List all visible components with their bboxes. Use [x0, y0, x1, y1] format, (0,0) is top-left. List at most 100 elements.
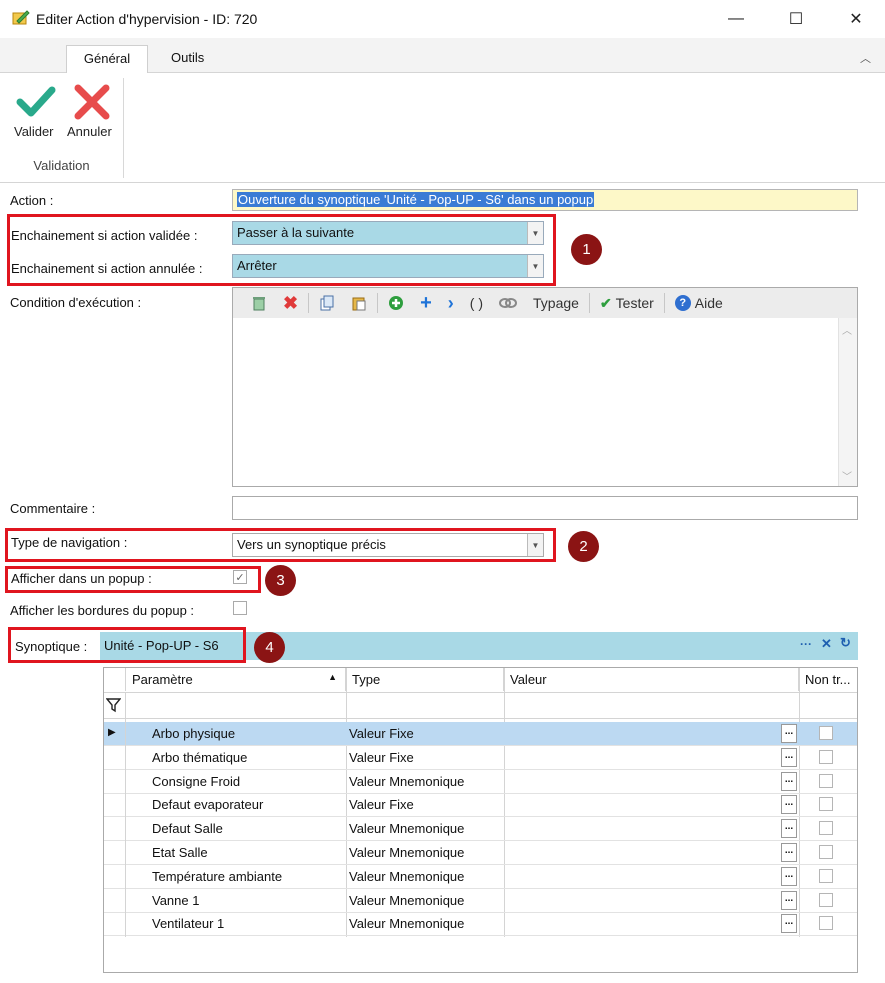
filter-icon[interactable] [106, 698, 121, 713]
group-label-validation: Validation [33, 158, 90, 173]
tab-outils[interactable]: Outils [157, 45, 218, 74]
type-cell: Valeur Fixe [349, 797, 414, 813]
chain-validated-label: Enchainement si action validée : [11, 228, 198, 243]
non-transmis-checkbox[interactable] [819, 773, 833, 788]
type-cell: Valeur Mnemonique [349, 845, 465, 860]
action-field[interactable]: Ouverture du synoptique 'Unité - Pop-UP … [232, 189, 858, 211]
param-cell: Arbo physique [152, 726, 236, 741]
row-header-divider [125, 692, 126, 937]
test-button[interactable]: ✔ Tester [592, 288, 662, 318]
badge-3: 3 [265, 565, 296, 596]
table-row[interactable]: Consigne Froid Valeur Mnemonique... [104, 770, 857, 794]
close-button[interactable]: ✕ [833, 0, 879, 38]
delete-icon[interactable]: ✖ [275, 288, 306, 318]
param-cell: Température ambiante [152, 868, 283, 884]
condition-toolbar: ✖ + › ( ) Typage ✔ Tester ? Aide [233, 288, 857, 318]
ellipsis-button[interactable]: ... [781, 724, 797, 743]
non-transmis-checkbox[interactable] [819, 845, 833, 859]
non-transmis-checkbox[interactable] [819, 916, 833, 931]
ellipsis-button[interactable]: ... [781, 819, 797, 839]
non-transmis-checkbox[interactable] [819, 868, 833, 883]
table-row[interactable]: Température ambiante Valeur Mnemonique... [104, 865, 857, 889]
checkmark-icon [16, 86, 56, 117]
popup-label: Afficher dans un popup : [11, 571, 152, 586]
chain-cancelled-value: Arrêter [237, 258, 277, 273]
help-button[interactable]: ? Aide [667, 288, 731, 318]
copy-icon[interactable] [311, 288, 343, 318]
non-transmis-checkbox[interactable] [819, 797, 833, 812]
chain-cancelled-label: Enchainement si action annulée : [11, 261, 203, 276]
tab-general[interactable]: Général [66, 45, 148, 74]
type-cell: Valeur Mnemonique [349, 868, 465, 884]
table-row[interactable]: Vanne 1 Valeur Mnemonique... [104, 889, 857, 913]
type-cell: Valeur Fixe [349, 726, 414, 741]
column-header-parametre[interactable]: Paramètre ▲ [126, 668, 346, 691]
add-circle-icon[interactable] [380, 288, 412, 318]
chain-validated-select[interactable]: Passer à la suivante ▼ [232, 221, 544, 245]
maximize-button[interactable]: ☐ [773, 0, 819, 38]
ribbon-body [0, 73, 885, 183]
table-row[interactable]: Defaut evaporateur Valeur Fixe... [104, 793, 857, 818]
nav-type-select[interactable]: Vers un synoptique précis ▼ [232, 533, 544, 557]
table-row[interactable]: Defaut Salle Valeur Mnemonique... [104, 817, 857, 842]
param-cell: Vanne 1 [152, 892, 200, 908]
ellipsis-button[interactable]: ... [781, 843, 797, 862]
comment-field[interactable] [232, 496, 858, 520]
refresh-icon[interactable]: ↻ [840, 635, 851, 651]
scroll-down-icon[interactable]: ﹀ [842, 468, 852, 483]
parentheses-button[interactable]: ( ) [462, 288, 491, 318]
type-cell: Valeur Mnemonique [349, 916, 465, 932]
more-icon[interactable]: ··· [800, 637, 812, 651]
synoptique-value[interactable]: Unité - Pop-UP - S6 [104, 638, 219, 653]
dropdown-arrow-icon[interactable]: ▼ [527, 222, 543, 244]
condition-scrollbar[interactable]: ︿ ﹀ [838, 318, 857, 486]
toolbar-separator [308, 293, 310, 313]
param-cell: Consigne Froid [152, 773, 241, 789]
column-header-non-transmis[interactable]: Non tr... [799, 668, 857, 691]
paste-icon[interactable] [343, 288, 375, 318]
scroll-up-icon[interactable]: ︿ [842, 322, 852, 337]
non-transmis-checkbox[interactable] [819, 749, 833, 764]
table-row[interactable]: Arbo thématique Valeur Fixe... [104, 746, 857, 770]
popup-borders-label: Afficher les bordures du popup : [10, 603, 195, 618]
clear-x-icon[interactable]: ✕ [821, 636, 832, 652]
popup-checkbox[interactable]: ✓ [233, 570, 247, 584]
type-cell: Valeur Fixe [349, 749, 414, 765]
type-cell: Valeur Mnemonique [349, 892, 465, 908]
non-transmis-checkbox[interactable] [819, 821, 833, 836]
dropdown-arrow-icon[interactable]: ▼ [527, 255, 543, 277]
link-icon[interactable] [491, 288, 525, 318]
synoptique-label: Synoptique : [15, 639, 88, 654]
ellipsis-button[interactable]: ... [781, 866, 797, 886]
column-header-valeur[interactable]: Valeur [504, 668, 799, 691]
column-header-label: Paramètre [132, 672, 193, 687]
filter-row[interactable] [104, 692, 857, 719]
typing-button[interactable]: Typage [525, 288, 587, 318]
dropdown-arrow-icon[interactable]: ▼ [527, 534, 543, 556]
clear-icon[interactable] [243, 288, 275, 318]
sort-ascending-icon: ▲ [328, 672, 337, 682]
popup-borders-checkbox[interactable] [233, 601, 247, 615]
ellipsis-button[interactable]: ... [781, 914, 797, 934]
help-label: Aide [694, 295, 723, 311]
table-row[interactable]: Ventilateur 1 Valeur Mnemonique... [104, 912, 857, 937]
column-header-type[interactable]: Type [346, 668, 504, 691]
plus-icon[interactable]: + [412, 288, 440, 318]
chevron-up-icon[interactable]: ︿ [860, 50, 871, 66]
ellipsis-button[interactable]: ... [781, 795, 797, 815]
param-cell: Arbo thématique [152, 749, 248, 765]
non-transmis-checkbox[interactable] [819, 892, 833, 907]
table-row[interactable]: Etat Salle Valeur Mnemonique... [104, 841, 857, 865]
ellipsis-button[interactable]: ... [781, 747, 797, 767]
test-label: Tester [615, 295, 654, 311]
ellipsis-button[interactable]: ... [781, 890, 797, 910]
ellipsis-button[interactable]: ... [781, 771, 797, 791]
nav-type-value: Vers un synoptique précis [237, 537, 386, 552]
chain-cancelled-select[interactable]: Arrêter ▼ [232, 254, 544, 278]
toolbar-separator [377, 293, 379, 313]
badge-4: 4 [254, 632, 285, 663]
chevron-right-icon[interactable]: › [440, 288, 462, 318]
non-transmis-checkbox[interactable] [819, 726, 833, 740]
minimize-button[interactable]: — [713, 0, 759, 38]
table-row[interactable]: Arbo physique Valeur Fixe... [104, 722, 857, 746]
